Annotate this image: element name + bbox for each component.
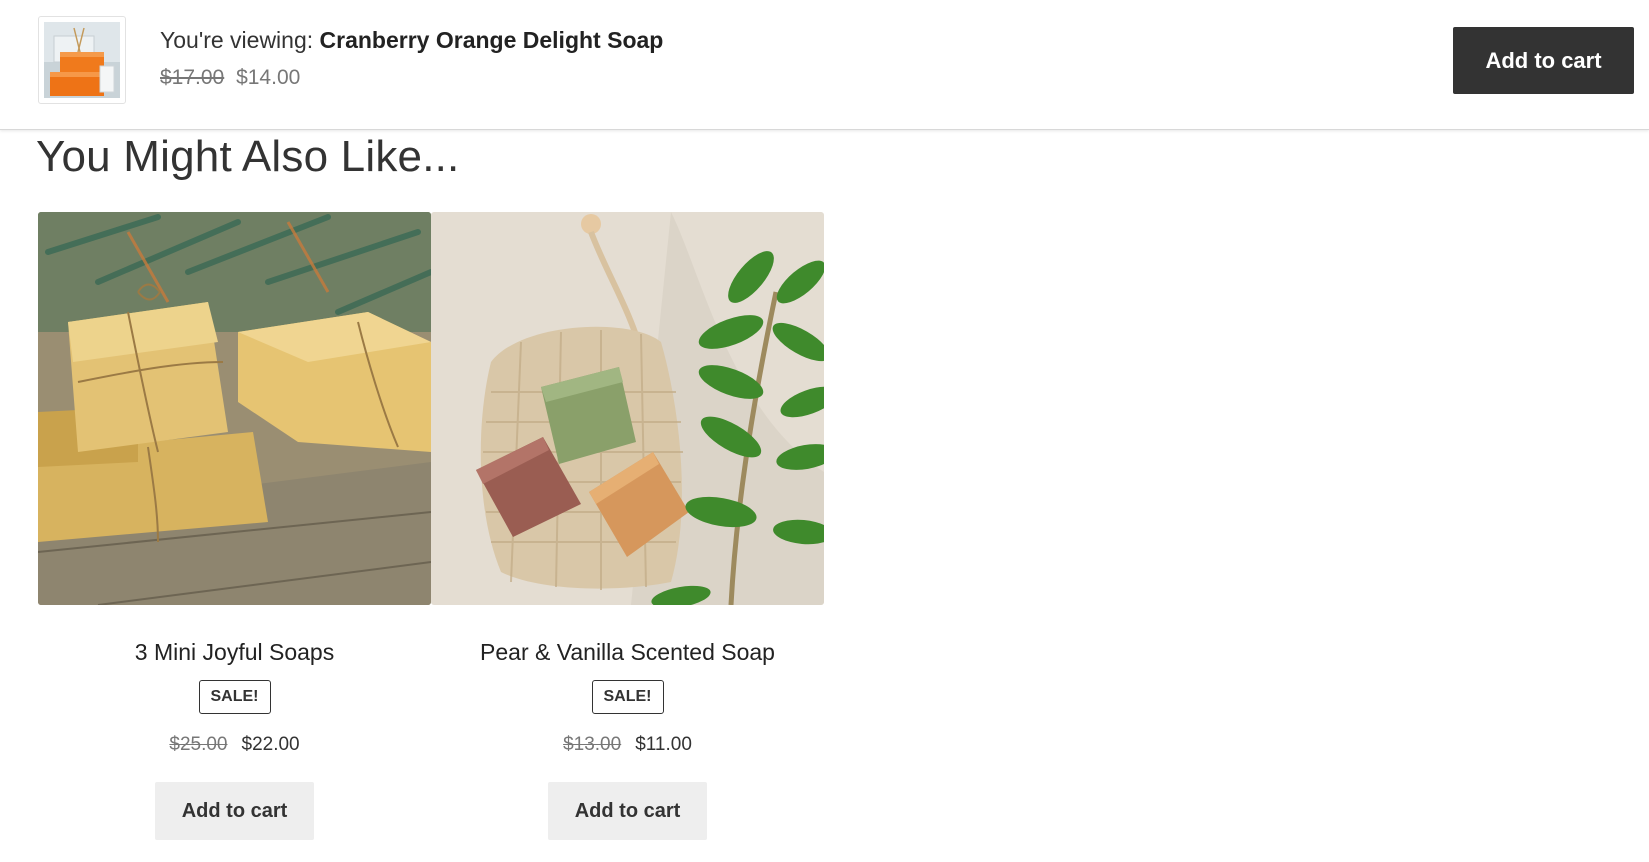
sticky-add-to-cart-bar: You're viewing: Cranberry Orange Delight… [0, 0, 1649, 130]
sticky-price: $17.00 $14.00 [160, 66, 300, 90]
related-products-title: You Might Also Like... [36, 132, 460, 181]
product-price: $25.00 $22.00 [38, 734, 431, 756]
product-old-price: $25.00 [169, 734, 228, 755]
product-title[interactable]: Pear & Vanilla Scented Soap [431, 639, 824, 666]
sale-badge: SALE! [591, 680, 664, 714]
product-image-link[interactable] [38, 212, 431, 605]
viewing-product-name: Cranberry Orange Delight Soap [319, 27, 664, 53]
product-thumbnail [38, 16, 126, 104]
product-old-price: $13.00 [563, 734, 622, 755]
product-image-link[interactable] [431, 212, 824, 605]
add-to-cart-button[interactable]: Add to cart [155, 782, 314, 840]
product-sale-price: $11.00 [635, 734, 692, 755]
soap-bars-on-mesh-bag-image [431, 212, 824, 605]
sticky-add-to-cart-button[interactable]: Add to cart [1453, 27, 1634, 94]
sale-badge: SALE! [198, 680, 271, 714]
wrapped-yellow-soaps-image [38, 212, 431, 605]
add-to-cart-button[interactable]: Add to cart [548, 782, 707, 840]
orange-soap-stack-image [44, 22, 120, 98]
viewing-line: You're viewing: Cranberry Orange Delight… [160, 27, 663, 54]
product-title[interactable]: 3 Mini Joyful Soaps [38, 639, 431, 666]
sticky-sale-price: $14.00 [236, 66, 301, 89]
product-card: Pear & Vanilla Scented Soap SALE! $13.00… [431, 212, 824, 862]
product-sale-price: $22.00 [241, 734, 300, 755]
product-card: 3 Mini Joyful Soaps SALE! $25.00 $22.00 A… [38, 212, 431, 862]
sticky-old-price: $17.00 [160, 66, 225, 89]
viewing-prefix: You're viewing: [160, 27, 320, 53]
product-price: $13.00 $11.00 [431, 734, 824, 756]
